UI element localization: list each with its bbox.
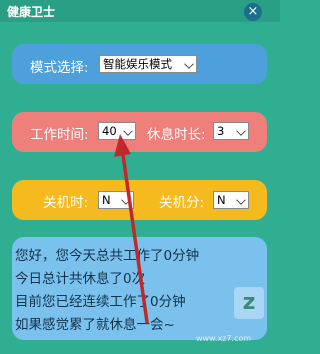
watermark-logo: z <box>234 287 264 319</box>
watermark-text: www.xz7.com <box>196 334 252 343</box>
